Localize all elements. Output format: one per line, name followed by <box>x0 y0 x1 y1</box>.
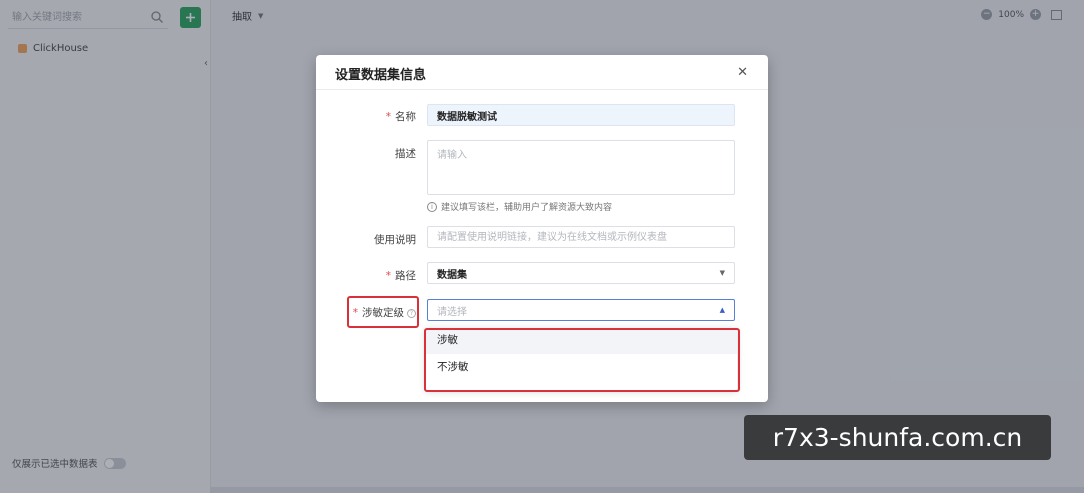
name-field[interactable] <box>427 104 735 126</box>
chevron-down-icon: ▼ <box>719 269 725 277</box>
watermark: r7x3-shunfa.com.cn <box>744 415 1051 460</box>
annotation-box-label <box>347 296 419 328</box>
path-select[interactable]: 数据集 ▼ <box>427 262 735 284</box>
info-icon: i <box>427 201 437 212</box>
name-label-text: 名称 <box>395 111 416 123</box>
sensitivity-select[interactable]: 请选择 ▲ <box>427 299 735 321</box>
path-label-text: 路径 <box>395 270 416 282</box>
description-field[interactable] <box>427 140 735 195</box>
dialog-header: 设置数据集信息 ✕ <box>316 55 768 90</box>
required-mark: * <box>385 111 391 123</box>
description-hint: i 建议填写该栏，辅助用户了解资源大致内容 <box>427 200 612 213</box>
usage-label: 使用说明 <box>374 234 416 246</box>
close-icon[interactable]: ✕ <box>737 65 748 80</box>
name-label: * 名称 <box>336 109 416 124</box>
required-mark: * <box>385 270 391 282</box>
desc-label: 描述 <box>395 148 416 160</box>
dialog-title: 设置数据集信息 <box>335 68 427 83</box>
usage-field[interactable] <box>427 226 735 248</box>
hint-text: 建议填写该栏，辅助用户了解资源大致内容 <box>441 203 613 213</box>
path-value: 数据集 <box>437 269 467 281</box>
path-label: * 路径 <box>336 268 416 283</box>
sensitivity-placeholder: 请选择 <box>437 306 467 318</box>
chevron-up-icon: ▲ <box>719 306 725 314</box>
annotation-box-options <box>424 328 740 392</box>
